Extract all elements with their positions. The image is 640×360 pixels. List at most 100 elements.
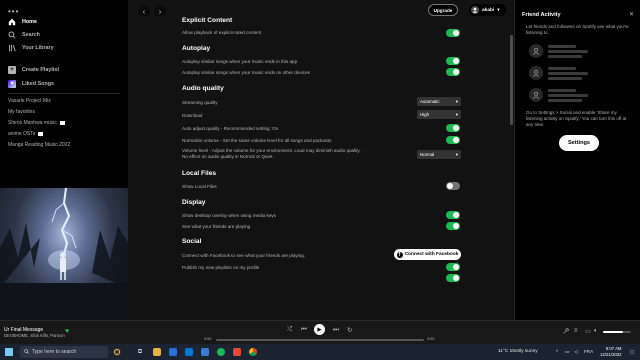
task-view-icon[interactable]: ⧉ [136,348,144,356]
connect-facebook-button[interactable]: f Connect with Facebook [394,249,461,260]
network-icon[interactable]: ▭ [565,349,569,355]
playlist-item[interactable]: My favorites [8,109,35,115]
home-icon [8,18,16,26]
weather-widget[interactable]: 11°C Mostly sunny [498,349,538,354]
spotify-icon[interactable] [217,348,225,356]
friend-settings-button[interactable]: Settings [559,135,599,151]
placeholder-bar [548,50,588,53]
queue-icon[interactable]: ≡ [574,328,578,334]
liked-songs-label: Liked Songs [22,81,55,87]
speaker-icon[interactable]: ◁ [574,349,578,355]
chevron-left-icon: ‹ [142,6,146,16]
auto-adjust-quality-toggle[interactable] [446,124,460,132]
next-icon[interactable]: ⏭ [333,326,339,334]
edge-browser-icon[interactable] [169,348,177,356]
normalize-volume-toggle[interactable] [446,136,460,144]
playlist-item[interactable]: Vasarle Project Mix [8,98,51,104]
setting-label: Streaming quality [182,100,218,105]
volume-level-select[interactable]: Normal ▾ [417,150,461,159]
autoplay-devices-toggle[interactable] [446,68,460,76]
track-artist[interactable]: DEVBHOME, Slick Kills, Pannon [4,333,65,338]
placeholder-bar [548,89,576,92]
desktop-overlay-toggle[interactable] [446,211,460,219]
microphone-icon[interactable] [563,328,569,336]
file-explorer-icon[interactable] [153,348,161,356]
playlist-item[interactable]: Shiros Manhwa music [8,120,65,126]
scrollbar[interactable] [510,35,513,125]
volume-slider[interactable] [603,331,631,333]
placeholder-bar [548,55,582,58]
username: akabi [482,7,495,13]
user-menu-button[interactable]: akabi ▾ [469,4,506,16]
taskbar-clock[interactable]: 9:07 AM 12/21/2022 [600,346,622,357]
playlist-item[interactable]: anime OSTs [8,131,44,137]
publish-playlists-toggle[interactable] [446,263,460,271]
placeholder-bar [548,99,582,102]
windows-taskbar: Type here to search ⧉ 11°C Mostly sunny … [0,344,640,360]
playlist-label: Manga Reading Music 2022 [8,142,71,148]
chrome-icon[interactable] [249,348,257,356]
close-icon[interactable]: ✕ [629,11,634,18]
store-icon[interactable] [185,348,193,356]
settings-page: ‹ › Upgrade akabi ▾ Explicit Content All… [128,0,514,320]
chevron-down-icon: ▾ [455,98,458,104]
devices-icon[interactable]: ▭ [585,328,591,335]
opera-icon[interactable] [233,348,241,356]
facebook-icon: f [396,251,403,258]
friends-playing-toggle[interactable] [446,222,460,230]
avatar [471,6,479,14]
volume-icon[interactable]: 🔈︎ [594,328,598,335]
friend-activity-info: Go to Settings > Social and enable 'Shar… [526,110,627,128]
notification-icon[interactable]: ▢ [630,349,634,355]
back-button[interactable]: ‹ [138,5,150,17]
explicit-content-toggle[interactable] [446,29,460,37]
create-playlist-button[interactable]: + Create Playlist [8,66,59,74]
chevron-down-icon: ▾ [455,111,458,117]
streaming-quality-select[interactable]: Automatic ▾ [417,97,461,106]
playlist-label: anime OSTs [8,131,36,137]
show-local-files-toggle[interactable] [446,182,460,190]
section-title-local-files: Local Files [182,170,217,177]
sidebar-item-library[interactable]: Your Library [8,44,54,52]
section-title-audio-quality: Audio quality [182,85,224,92]
mail-icon[interactable] [201,348,209,356]
now-playing-cover-art[interactable] [0,188,128,320]
playlist-item[interactable]: Manga Reading Music 2022 [8,142,70,148]
setting-label: Show Local Files [182,184,217,189]
sidebar-item-search[interactable]: Search [8,31,40,39]
elapsed-time: 0:00 [204,337,212,341]
friend-activity-intro: Let friends and followers on Spotify see… [526,24,629,36]
liked-heart-icon[interactable]: ♥ [65,328,69,335]
cortana-icon[interactable] [113,348,121,356]
create-playlist-label: Create Playlist [22,67,60,73]
setting-label: Normalize volume - Set the same volume l… [182,138,332,143]
tray-chevron-icon[interactable]: ^ [556,349,558,354]
select-value: High [420,112,430,117]
upgrade-button[interactable]: Upgrade [428,4,458,16]
app-menu-icon[interactable]: ••• [8,7,19,16]
progress-bar[interactable] [216,339,424,341]
play-button[interactable]: ▶ [314,324,325,335]
sidebar-item-label: Your Library [22,45,54,51]
language-indicator[interactable]: FRA [584,349,593,354]
windows-start-icon[interactable] [5,348,13,356]
sidebar-item-home[interactable]: Home [8,18,37,26]
forward-button[interactable]: › [154,5,166,17]
autoplay-app-toggle[interactable] [446,57,460,65]
connect-facebook-label: Connect with Facebook [404,252,459,257]
left-sidebar: ••• Home Search Your Library + Create Pl… [0,0,128,320]
setting-label: Allow playback of explicit-rated content [182,30,262,35]
repeat-icon[interactable]: ↻ [347,326,352,334]
download-quality-select[interactable]: High ▾ [417,110,461,119]
chevron-down-icon: ▾ [455,151,458,157]
shuffle-icon[interactable]: ⤮ [287,326,292,334]
user-placeholder-icon [529,66,543,80]
additional-setting-toggle[interactable] [446,274,460,282]
friend-activity-title: Friend Activity [522,12,561,18]
liked-songs-button[interactable]: ♥ Liked Songs [8,80,54,88]
taskbar-search-input[interactable]: Type here to search [20,346,108,358]
duration-time: 3:00 [427,337,435,341]
placeholder-bar [548,67,576,70]
player-bar: Ur Final Message DEVBHOME, Slick Kills, … [0,320,640,344]
previous-icon[interactable]: ⏮ [301,326,307,334]
